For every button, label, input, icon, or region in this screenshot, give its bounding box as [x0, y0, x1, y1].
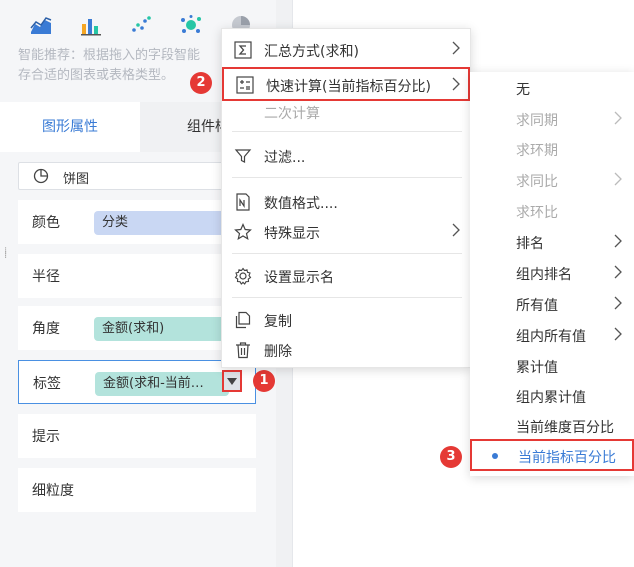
menu-item-number-format[interactable]: 数值格式....: [222, 187, 472, 217]
menu-separator: [232, 131, 462, 132]
menu-item-label: 过滤...: [264, 150, 306, 166]
submenu-item-cumulative[interactable]: 累计值: [470, 352, 634, 380]
tab-graphic-properties[interactable]: 图形属性: [0, 102, 140, 152]
menu-separator: [232, 177, 462, 178]
calculator-icon: [236, 76, 254, 94]
step-badge-3: 3: [440, 446, 462, 468]
menu-item-summary-method[interactable]: 汇总方式(求和): [222, 35, 472, 65]
star-icon: [234, 223, 252, 241]
property-tooltip[interactable]: 提示: [18, 414, 256, 458]
submenu-item-label: 组内所有值: [516, 329, 586, 345]
field-context-menu: 汇总方式(求和) 快速计算(当前指标百分比) 二次计算 过滤... 数值格式..…: [221, 28, 471, 368]
submenu-item-yoy: 求同比: [470, 166, 634, 194]
submenu-item-measure-percent[interactable]: 当前指标百分比: [470, 439, 634, 471]
submenu-item-label: 当前维度百分比: [516, 420, 614, 436]
property-name: 半径: [32, 269, 60, 285]
submenu-item-mom: 求环比: [470, 197, 634, 225]
submenu-item-label: 求环期: [516, 143, 558, 159]
submenu-item-label: 累计值: [516, 360, 558, 376]
menu-separator: [232, 253, 462, 254]
selected-dot-icon: [492, 453, 498, 459]
submenu-item-same-period: 求同期: [470, 105, 634, 133]
chevron-right-icon: [452, 41, 460, 55]
submenu-item-label: 组内排名: [516, 267, 572, 283]
submenu-item-label: 求同比: [516, 174, 558, 190]
chevron-right-icon: [614, 111, 622, 125]
trash-icon: [236, 342, 250, 359]
chevron-right-icon: [614, 234, 622, 248]
menu-item-filter[interactable]: 过滤...: [222, 141, 472, 171]
menu-item-set-display-name[interactable]: 设置显示名: [222, 261, 472, 291]
bar-chart-icon[interactable]: [76, 13, 106, 37]
submenu-item-none[interactable]: 无: [470, 74, 634, 102]
submenu-item-prev-period: 求环期: [470, 135, 634, 163]
menu-item-label: 设置显示名: [264, 270, 334, 286]
submenu-item-all-values[interactable]: 所有值: [470, 290, 634, 318]
menu-separator: [232, 297, 462, 298]
submenu-item-label: 求环比: [516, 205, 558, 221]
menu-item-quick-calc[interactable]: 快速计算(当前指标百分比): [222, 67, 470, 101]
drag-handle-icon[interactable]: ⁞ ⁞: [4, 247, 10, 261]
submenu-item-dimension-percent[interactable]: 当前维度百分比: [470, 412, 634, 440]
property-name: 细粒度: [32, 483, 74, 499]
bubble-chart-icon[interactable]: [176, 13, 206, 37]
number-format-icon: [236, 193, 250, 211]
filter-icon: [234, 149, 252, 163]
menu-item-delete[interactable]: 删除: [222, 335, 472, 365]
field-dropdown-button[interactable]: [222, 370, 242, 392]
menu-item-label: 快速计算(当前指标百分比): [266, 79, 431, 95]
chevron-right-icon: [614, 172, 622, 186]
chart-type-label: 饼图: [63, 172, 90, 187]
submenu-item-group-rank[interactable]: 组内排名: [470, 259, 634, 287]
property-name: 提示: [32, 429, 60, 445]
gear-icon: [234, 267, 252, 285]
step-badge-1: 1: [253, 370, 275, 392]
submenu-item-label: 求同期: [516, 113, 558, 129]
chevron-right-icon: [452, 77, 460, 91]
submenu-item-group-cumulative[interactable]: 组内累计值: [470, 382, 634, 410]
menu-item-label: 删除: [264, 344, 292, 360]
scatter-chart-icon[interactable]: [126, 13, 156, 37]
area-chart-icon[interactable]: [26, 13, 56, 37]
submenu-item-label: 无: [516, 82, 530, 98]
chevron-right-icon: [614, 265, 622, 279]
submenu-item-label: 所有值: [516, 298, 558, 314]
menu-item-label: 数值格式....: [264, 196, 338, 212]
chevron-right-icon: [452, 223, 460, 237]
submenu-item-label: 组内累计值: [516, 390, 586, 406]
step-badge-2: 2: [190, 72, 212, 94]
field-pill[interactable]: 金额(求和-当前…: [95, 372, 229, 396]
submenu-item-label: 排名: [516, 236, 544, 252]
chevron-right-icon: [614, 327, 622, 341]
submenu-item-rank[interactable]: 排名: [470, 228, 634, 256]
pie-icon: [33, 168, 49, 184]
caret-down-icon: [227, 378, 237, 385]
menu-item-label: 特殊显示: [264, 226, 320, 242]
menu-item-secondary-calc: 二次计算: [222, 97, 472, 127]
menu-item-label: 二次计算: [264, 106, 320, 122]
submenu-item-group-all-values[interactable]: 组内所有值: [470, 321, 634, 349]
property-name: 角度: [32, 321, 60, 337]
property-granularity[interactable]: 细粒度: [18, 468, 256, 512]
copy-icon: [235, 311, 251, 329]
property-name: 颜色: [32, 215, 60, 231]
menu-item-copy[interactable]: 复制: [222, 305, 472, 335]
sigma-icon: [234, 41, 252, 59]
menu-item-label: 汇总方式(求和): [264, 44, 359, 60]
submenu-item-label: 当前指标百分比: [518, 450, 616, 466]
chevron-right-icon: [614, 296, 622, 310]
menu-item-special-display[interactable]: 特殊显示: [222, 217, 472, 247]
quick-calc-submenu: 无 求同期 求环期 求同比 求环比 排名 组内排名 所有值 组内所有值 累计值 …: [470, 72, 634, 476]
menu-item-label: 复制: [264, 314, 292, 330]
property-name: 标签: [33, 376, 61, 392]
